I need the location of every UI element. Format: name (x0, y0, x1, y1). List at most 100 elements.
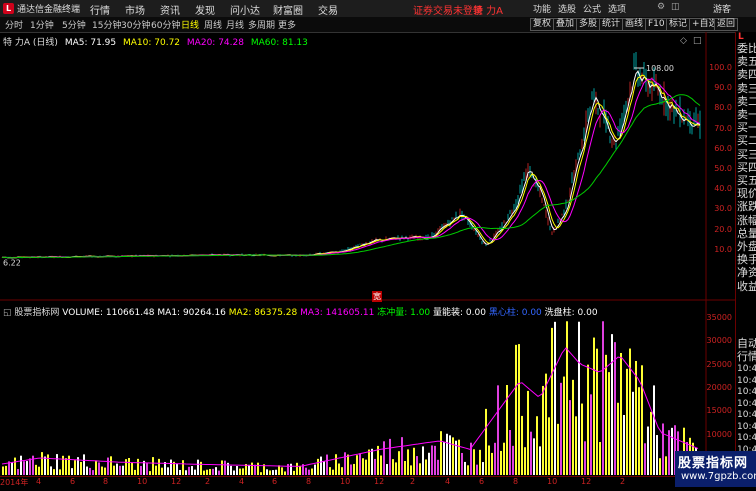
period-daily[interactable]: 日线 (181, 18, 199, 31)
quote-field-12: 涨跌 (737, 200, 756, 214)
volume-bar (191, 466, 193, 475)
volume-bar (368, 449, 370, 475)
volume-bar (533, 438, 535, 475)
menu-zixun[interactable]: 资讯 (160, 2, 180, 17)
volume-bar (392, 459, 394, 475)
menu-gongshi[interactable]: 公式 (583, 2, 601, 15)
period-30min[interactable]: 30分钟 (121, 18, 150, 31)
period-multi[interactable]: 多周期 (248, 18, 275, 31)
volume-bar (182, 460, 184, 475)
panel-header-icon[interactable]: L (738, 32, 744, 42)
price-layer: 108.00 6.22 (1, 52, 701, 267)
menu-jiaoyi[interactable]: 交易 (318, 2, 338, 17)
tab-auto[interactable]: 自动 (737, 337, 756, 350)
quote-field-4: 卖二 (737, 94, 756, 108)
period-more[interactable]: 更多 (278, 18, 296, 31)
period-toolbar: 分时 1分钟 5分钟 15分钟 30分钟 60分钟 日线 周线 月线 多周期 更… (0, 17, 756, 33)
volume-tick-label: 25000 (706, 359, 732, 369)
volume-bar (275, 469, 277, 475)
volume-bar (326, 454, 328, 475)
watermark-logo: 股票指标网 www.7gpzb.com (675, 451, 756, 487)
app-logo-icon: L (3, 3, 14, 14)
volume-bar (344, 452, 346, 475)
volume-bar (239, 468, 241, 475)
period-weekly[interactable]: 周线 (204, 18, 222, 31)
volume-bar (641, 365, 643, 475)
x-tick-label: 4 (239, 477, 245, 486)
volume-bar (428, 452, 430, 475)
volume-bar (44, 456, 46, 475)
guest-label[interactable]: 游客 (713, 2, 731, 15)
volume-bar (425, 459, 427, 475)
menu-gongneng[interactable]: 功能 (533, 2, 551, 15)
volume-bar (434, 445, 436, 475)
volume-bar (422, 446, 424, 475)
period-monthly[interactable]: 月线 (226, 18, 244, 31)
volume-tick-label: 15000 (706, 406, 732, 416)
menu-wenxiaoda[interactable]: 问小达 (230, 2, 260, 17)
volume-bar (632, 391, 634, 475)
volume-bar (560, 382, 562, 475)
x-tick-label: 8 (103, 477, 109, 486)
volume-bar (170, 459, 172, 475)
volume-bar (545, 373, 547, 475)
mark-button[interactable]: 标记 (666, 18, 691, 31)
settings-icon[interactable]: ⚙ (657, 2, 665, 12)
x-tick-label: 8 (306, 477, 312, 486)
volume-bar (653, 385, 655, 475)
event-marker[interactable]: 宽 (372, 291, 382, 302)
stats-button[interactable]: 统计 (599, 18, 624, 31)
xipan-label: 洗盘柱: 0.00 (544, 308, 598, 318)
volume-bar (68, 455, 70, 475)
volume-bar (248, 464, 250, 475)
overlay-button[interactable]: 叠加 (553, 18, 578, 31)
volume-bar (56, 454, 58, 475)
multi-stock-button[interactable]: 多股 (576, 18, 601, 31)
fuquan-button[interactable]: 复权 (530, 18, 555, 31)
menu-faxian[interactable]: 发现 (195, 2, 215, 17)
indicator-name[interactable]: 股票指标网 (14, 308, 59, 318)
menu-shichang[interactable]: 市场 (125, 2, 145, 17)
period-1min[interactable]: 1分钟 (30, 18, 54, 31)
period-fenshi[interactable]: 分时 (5, 18, 23, 31)
volume-bar (527, 390, 529, 475)
volume-bar (398, 451, 400, 475)
back-button[interactable]: 返回 (714, 18, 739, 31)
volume-bar (605, 354, 607, 475)
period-60min[interactable]: 60分钟 (151, 18, 180, 31)
volume-bar (575, 416, 577, 475)
volume-bar (620, 352, 622, 475)
volume-bar (311, 468, 313, 475)
volume-bar (299, 466, 301, 475)
volume-bar (92, 470, 94, 475)
f10-button[interactable]: F10 (645, 18, 668, 31)
volume-bar (281, 467, 283, 475)
quote-field-10: 买五 (737, 174, 756, 187)
volume-bar (338, 463, 340, 475)
moving-average-line (2, 70, 701, 259)
menu-xuangu[interactable]: 选股 (558, 2, 576, 15)
volume-chart-header: ◱ 股票指标网 VOLUME: 110661.48 MA1: 90264.16 … (3, 305, 598, 318)
volume-bar (134, 469, 136, 475)
period-15min[interactable]: 15分钟 (92, 18, 121, 31)
volume-bar (491, 452, 493, 475)
price-tick-label: 10.0 (714, 244, 732, 254)
volume-bar (50, 466, 52, 475)
volume-bar (656, 435, 658, 475)
x-tick-label: 10 (137, 477, 148, 486)
volume-bar (440, 431, 442, 475)
volume-bar (209, 469, 211, 475)
menu-hangqing[interactable]: 行情 (90, 2, 110, 17)
period-5min[interactable]: 5分钟 (62, 18, 86, 31)
volume-bar (482, 462, 484, 475)
skin-icon[interactable]: ◫ (671, 2, 680, 12)
menu-xuanxiang[interactable]: 选项 (608, 2, 626, 15)
menu-caifuquan[interactable]: 财富圈 (273, 2, 303, 17)
volume-bar (242, 468, 244, 475)
volume-bar (89, 467, 91, 475)
draw-button[interactable]: 画线 (622, 18, 647, 31)
volume-bar (65, 458, 67, 475)
volume-bar (116, 463, 118, 475)
volume-bar (41, 452, 43, 475)
tab-quote[interactable]: 行情 (737, 350, 756, 363)
